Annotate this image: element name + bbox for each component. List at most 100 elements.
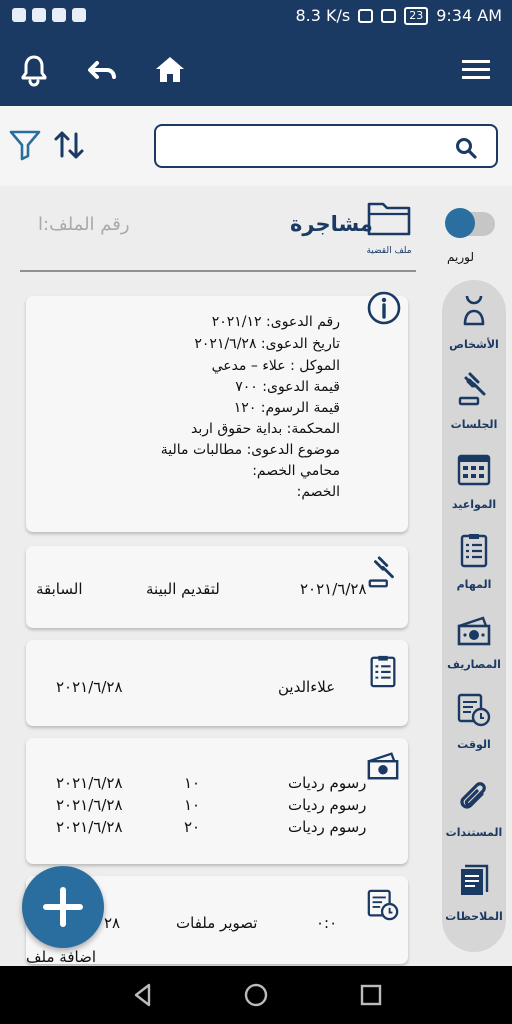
calendar-icon xyxy=(457,454,491,486)
toggle-knob[interactable] xyxy=(445,208,475,238)
session-date: ٢٠٢١/٦/٢٨ xyxy=(300,580,367,598)
expense-desc: رسوم رديات xyxy=(288,774,367,792)
detail-line: المحكمة: بداية حقوق اربد xyxy=(191,421,340,437)
gavel-icon xyxy=(368,556,394,588)
expense-date: ٢٠٢١/٦/٢٨ xyxy=(56,774,123,792)
toggle-label: لوريم xyxy=(447,250,474,264)
mute-icon xyxy=(358,8,374,23)
detail-line: قيمة الدعوى: ٧٠٠ xyxy=(235,379,340,395)
expense-amount: ١٠ xyxy=(184,796,201,814)
checklist-icon xyxy=(370,655,396,688)
detail-line: موضوع الدعوى: مطالبات مالية xyxy=(160,442,340,458)
search-row xyxy=(0,106,512,186)
sidebar-item-label: الوقت xyxy=(457,738,491,751)
sidebar-item-label: الجلسات xyxy=(450,418,498,431)
detail-line: تاريخ الدعوى: ٢٠٢١/٦/٢٨ xyxy=(194,336,340,352)
people-icon xyxy=(463,295,485,326)
add-file-button[interactable] xyxy=(22,866,104,948)
expense-desc: رسوم رديات xyxy=(288,818,367,836)
paperclip-icon xyxy=(460,782,486,809)
expense-desc: رسوم رديات xyxy=(288,796,367,814)
task-name: علاءالدين xyxy=(278,678,336,696)
folder-icon xyxy=(367,202,411,236)
recents-icon[interactable] xyxy=(356,980,386,1010)
app-root: { "status": { "speed": "8.3 K/s", "batte… xyxy=(0,0,512,1024)
expense-date: ٢٠٢١/٦/٢٨ xyxy=(56,796,123,814)
back-icon[interactable] xyxy=(128,980,158,1010)
lorem-toggle[interactable]: لوريم xyxy=(445,208,495,266)
case-file-caption: ملف القضية xyxy=(366,246,412,256)
gavel-icon xyxy=(458,372,486,406)
timer-icon xyxy=(457,693,491,727)
session-status: السابقة xyxy=(36,580,83,598)
add-file-label: اضافة ملف xyxy=(26,948,96,966)
sidebar-item-tasks[interactable]: المهام xyxy=(442,532,506,612)
expense-amount: ٢٠ xyxy=(184,818,201,836)
expenses-card[interactable]: رسوم رديات ١٠ ٢٠٢١/٦/٢٨ رسوم رديات ١٠ ٢٠… xyxy=(26,738,408,864)
note-icon xyxy=(461,864,489,895)
sidebar-item-label: المصاريف xyxy=(447,658,501,671)
sidebar-item-documents[interactable]: المستندات xyxy=(442,780,506,860)
case-type-title: مشاجرة xyxy=(290,212,373,236)
plus-icon xyxy=(43,887,83,927)
search-box[interactable] xyxy=(154,124,498,168)
search-input[interactable] xyxy=(164,134,444,158)
notification-icons xyxy=(12,8,86,22)
top-app-bar xyxy=(0,34,512,106)
twitter-icon xyxy=(72,8,86,22)
time-date: ٢٨ xyxy=(104,914,121,932)
wifi-icon xyxy=(381,8,397,23)
sidebar-item-people[interactable]: الأشخاص xyxy=(442,292,506,372)
sidebar-item-label: المهام xyxy=(456,578,492,591)
menu-icon[interactable] xyxy=(456,50,496,90)
detail-line: رقم الدعوى: ٢٠٢١/١٢ xyxy=(211,314,340,330)
checklist-icon xyxy=(460,534,488,568)
status-right: 8.3 K/s 23 9:34 AM xyxy=(295,6,502,25)
sidebar-item-label: الملاحظات xyxy=(445,910,503,923)
home-nav-icon[interactable] xyxy=(241,980,271,1010)
sidebar-item-expenses[interactable]: المصاريف xyxy=(442,612,506,692)
file-number-label: رقم الملف:ا xyxy=(38,214,130,235)
info-icon[interactable] xyxy=(366,290,402,326)
case-file-button[interactable]: ملف القضية xyxy=(362,198,416,258)
time-duration: ٠:٠ xyxy=(316,914,338,932)
case-details-card[interactable]: رقم الدعوى: ٢٠٢١/١٢ تاريخ الدعوى: ٢٠٢١/٦… xyxy=(26,291,408,532)
sidebar-item-time[interactable]: الوقت xyxy=(442,692,506,772)
sort-icon[interactable] xyxy=(52,128,86,162)
clock: 9:34 AM xyxy=(436,6,502,25)
whatsapp-icon xyxy=(12,8,26,22)
money-icon xyxy=(367,752,399,780)
time-desc: تصوير ملفات xyxy=(176,914,258,932)
timer-icon xyxy=(367,889,399,921)
detail-line: الخصم: xyxy=(296,484,340,500)
task-card[interactable]: علاءالدين ٢٠٢١/٦/٢٨ xyxy=(26,640,408,726)
sidebar-item-appointments[interactable]: المواعيد xyxy=(442,452,506,532)
sidebar-item-label: المواعيد xyxy=(451,498,497,511)
system-nav-bar xyxy=(0,966,512,1024)
filter-icon[interactable] xyxy=(8,128,42,162)
session-purpose: لتقديم البينة xyxy=(146,580,220,598)
network-speed: 8.3 K/s xyxy=(295,6,351,25)
expense-amount: ١٠ xyxy=(184,774,201,792)
sidebar-item-label: الأشخاص xyxy=(449,338,499,351)
sidebar: الأشخاص الجلسات المواعيد المهام المصاريف… xyxy=(442,280,506,952)
sidebar-item-label: المستندات xyxy=(445,826,503,839)
money-icon xyxy=(457,616,491,646)
search-icon[interactable] xyxy=(454,136,478,160)
play-icon xyxy=(32,8,46,22)
status-bar: 8.3 K/s 23 9:34 AM xyxy=(0,0,512,34)
expense-date: ٢٠٢١/٦/٢٨ xyxy=(56,818,123,836)
battery-level: 23 xyxy=(404,6,429,25)
bell-icon[interactable] xyxy=(14,50,54,90)
task-date: ٢٠٢١/٦/٢٨ xyxy=(56,678,123,696)
sidebar-item-notes[interactable]: الملاحظات xyxy=(442,864,506,944)
detail-line: محامي الخصم: xyxy=(252,463,340,479)
undo-icon[interactable] xyxy=(82,50,122,90)
gmail-icon xyxy=(52,8,66,22)
detail-line: قيمة الرسوم: ١٢٠ xyxy=(233,400,340,416)
home-icon[interactable] xyxy=(150,50,190,90)
header-divider xyxy=(20,270,416,272)
sidebar-item-sessions[interactable]: الجلسات xyxy=(442,372,506,452)
session-card[interactable]: ٢٠٢١/٦/٢٨ لتقديم البينة السابقة xyxy=(26,546,408,628)
detail-line: الموكل : علاء – مدعي xyxy=(211,358,340,374)
